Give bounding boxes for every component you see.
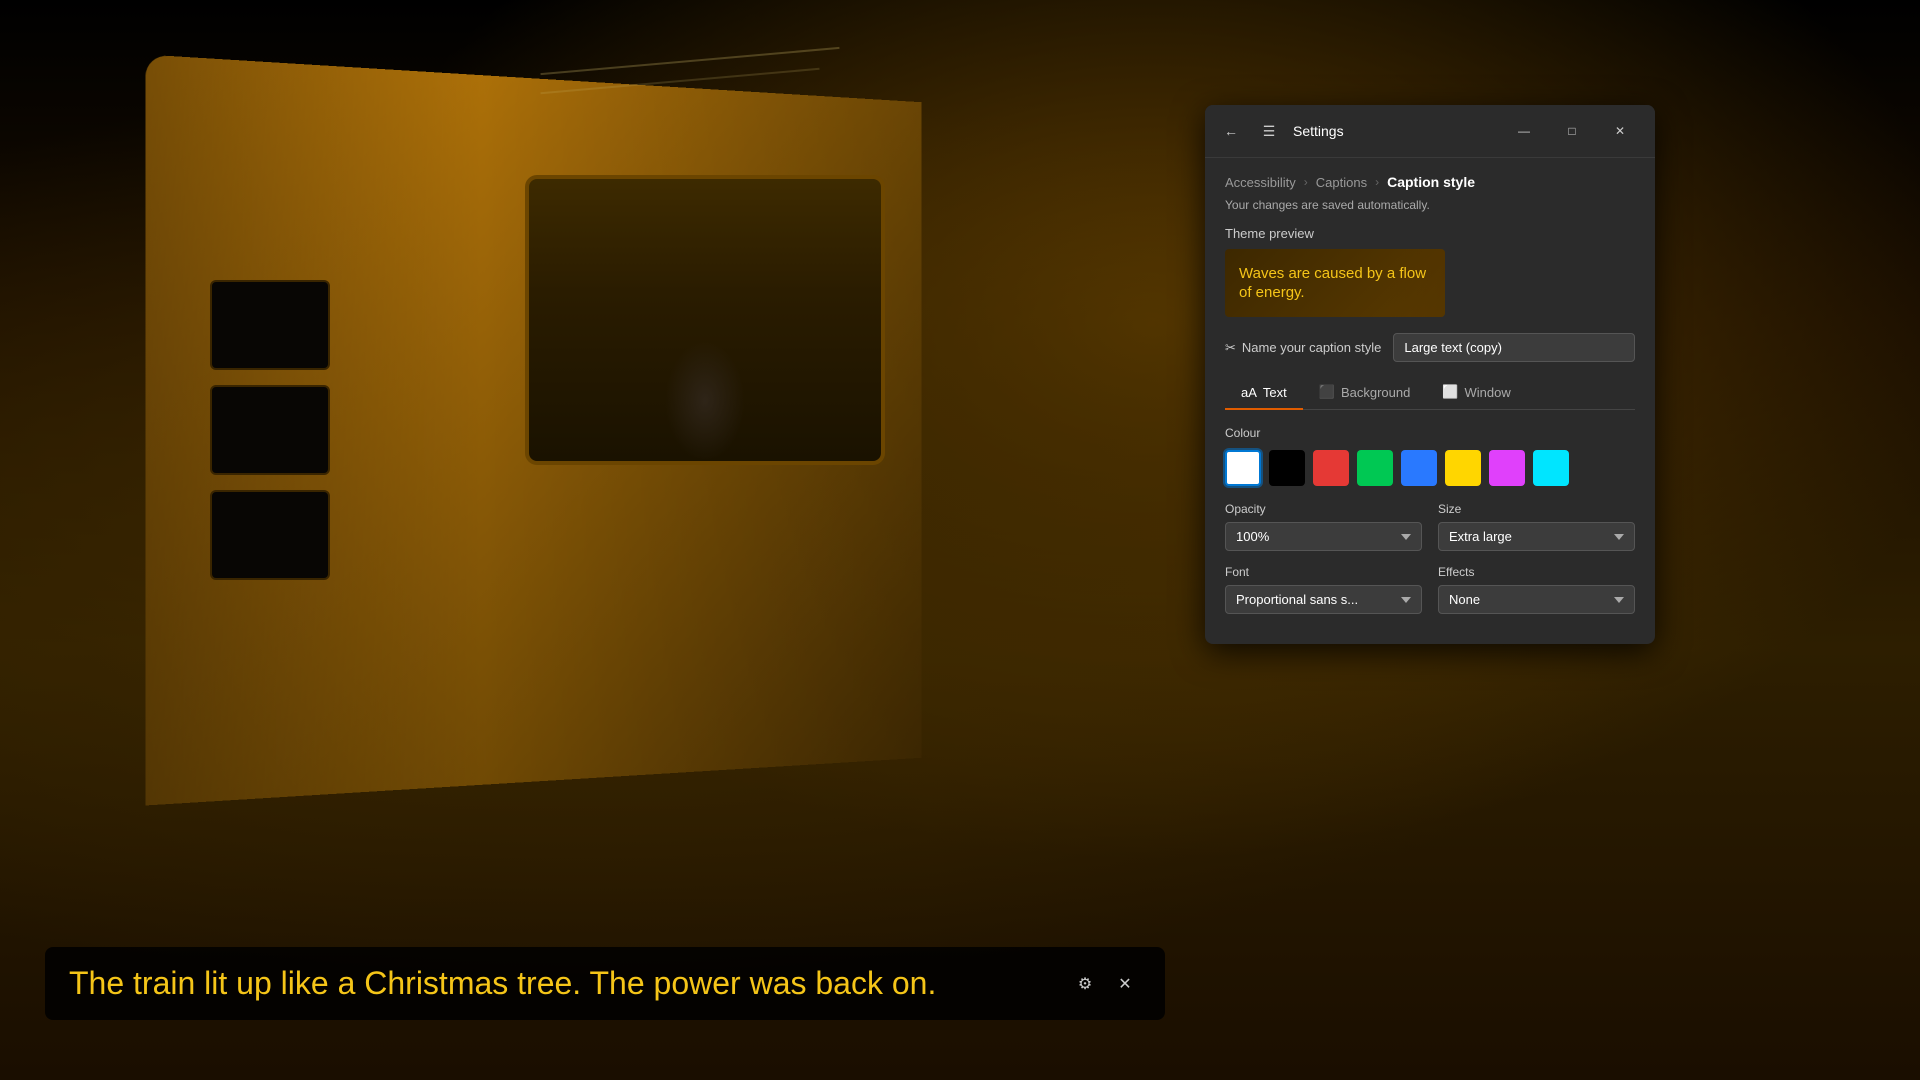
breadcrumb-sep-1: › (1304, 175, 1308, 189)
name-caption-style-row: ✂ Name your caption style (1225, 333, 1635, 362)
opacity-select[interactable]: 100% 75% 50% 25% (1225, 522, 1422, 551)
swatch-blue[interactable] (1401, 450, 1437, 486)
scissors-icon: ✂ (1225, 340, 1236, 356)
tab-window[interactable]: ⬜ Window (1426, 376, 1526, 410)
gear-icon: ⚙ (1078, 974, 1092, 994)
caption-close-button[interactable]: ✕ (1109, 968, 1141, 1000)
close-icon: ✕ (1118, 974, 1131, 994)
size-group: Size Extra large Large Medium Small (1438, 502, 1635, 551)
train-window-1 (210, 280, 330, 370)
size-label: Size (1438, 502, 1635, 516)
caption-bar: The train lit up like a Christmas tree. … (45, 947, 1165, 1020)
colour-swatches (1225, 450, 1635, 486)
opacity-label: Opacity (1225, 502, 1422, 516)
caption-controls: ⚙ ✕ (1069, 968, 1141, 1000)
window-reflection-lines (540, 60, 880, 62)
tab-text[interactable]: aA Text (1225, 376, 1303, 410)
size-select[interactable]: Extra large Large Medium Small (1438, 522, 1635, 551)
theme-preview-label: Theme preview (1225, 226, 1635, 241)
tab-background[interactable]: ⬛ Background (1303, 376, 1427, 410)
train-window-2 (210, 385, 330, 475)
window-icon: ⬜ (1442, 384, 1458, 400)
swatch-black[interactable] (1269, 450, 1305, 486)
theme-preview-text: Waves are caused by a flow of energy. (1239, 264, 1426, 303)
back-button[interactable]: ← (1217, 117, 1245, 145)
caption-style-name-input[interactable] (1393, 333, 1635, 362)
minimize-button[interactable]: — (1501, 115, 1547, 147)
effects-select[interactable]: None Raised Depressed Uniform Drop shado… (1438, 585, 1635, 614)
effects-group: Effects None Raised Depressed Uniform Dr… (1438, 565, 1635, 614)
title-bar: ← ☰ Settings — □ ✕ (1205, 105, 1655, 158)
settings-panel: ← ☰ Settings — □ ✕ Accessibility › Capti… (1205, 105, 1655, 644)
swatch-cyan[interactable] (1533, 450, 1569, 486)
swatch-green[interactable] (1357, 450, 1393, 486)
train-windows-left (210, 280, 330, 580)
caption-settings-button[interactable]: ⚙ (1069, 968, 1101, 1000)
breadcrumb-sep-2: › (1375, 175, 1379, 189)
swatch-magenta[interactable] (1489, 450, 1525, 486)
caption-text: The train lit up like a Christmas tree. … (69, 965, 1053, 1002)
tab-bar: aA Text ⬛ Background ⬜ Window (1225, 376, 1635, 410)
opacity-group: Opacity 100% 75% 50% 25% (1225, 502, 1422, 551)
train-window-3 (210, 490, 330, 580)
breadcrumb: Accessibility › Captions › Caption style (1225, 174, 1635, 190)
breadcrumb-accessibility[interactable]: Accessibility (1225, 175, 1296, 190)
swatch-yellow[interactable] (1445, 450, 1481, 486)
opacity-size-row: Opacity 100% 75% 50% 25% Size Extra larg… (1225, 502, 1635, 551)
train-window-center (525, 175, 885, 465)
swatch-white[interactable] (1225, 450, 1261, 486)
title-bar-left: ← ☰ Settings (1217, 117, 1344, 145)
font-label: Font (1225, 565, 1422, 579)
hamburger-button[interactable]: ☰ (1255, 117, 1283, 145)
colour-label: Colour (1225, 426, 1635, 440)
maximize-button[interactable]: □ (1549, 115, 1595, 147)
title-bar-controls: — □ ✕ (1501, 115, 1643, 147)
font-group: Font Proportional sans s... Monospaced s… (1225, 565, 1422, 614)
panel-content: Accessibility › Captions › Caption style… (1205, 158, 1655, 644)
name-caption-label: ✂ Name your caption style (1225, 340, 1381, 356)
breadcrumb-captions[interactable]: Captions (1316, 175, 1367, 190)
font-effects-row: Font Proportional sans s... Monospaced s… (1225, 565, 1635, 614)
background-icon: ⬛ (1319, 384, 1335, 400)
close-button[interactable]: ✕ (1597, 115, 1643, 147)
text-icon: aA (1241, 385, 1257, 400)
effects-label: Effects (1438, 565, 1635, 579)
breadcrumb-caption-style: Caption style (1387, 174, 1475, 190)
auto-save-message: Your changes are saved automatically. (1225, 198, 1635, 212)
window-title: Settings (1293, 123, 1344, 139)
swatch-red[interactable] (1313, 450, 1349, 486)
font-select[interactable]: Proportional sans s... Monospaced serif … (1225, 585, 1422, 614)
theme-preview-box: Waves are caused by a flow of energy. (1225, 249, 1445, 317)
